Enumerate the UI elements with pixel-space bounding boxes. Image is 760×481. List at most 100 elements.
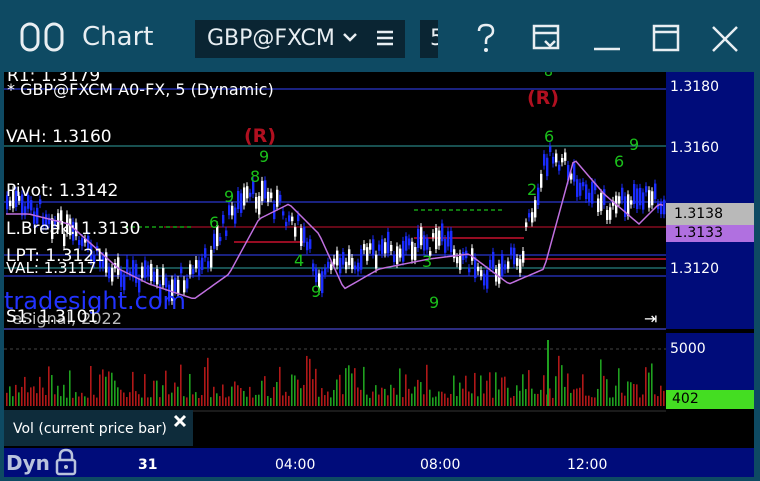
candle-body [234,207,237,224]
volume-bar [27,392,29,406]
price-tick: 1.3180 [670,79,719,95]
volume-bar [519,390,521,406]
svg-text:3: 3 [422,252,432,271]
symbol-input[interactable]: GBP@FXCM [207,26,337,51]
volume-bar [333,389,335,406]
minimize-icon[interactable] [592,24,622,56]
volume-bar [576,388,578,406]
volume-bar [42,387,44,406]
candle-body [222,214,225,224]
volume-bar [237,385,239,406]
candle-body [240,193,243,213]
link-icon[interactable] [20,22,66,52]
candle-body [291,216,294,222]
candle-body [219,236,222,242]
candle-body [642,192,645,210]
candle-body [576,179,579,197]
volume-bar [156,380,158,406]
volume-bar [204,367,206,406]
volume-axis[interactable]: 5000 402 [666,333,754,409]
candle-body [513,247,516,265]
volume-bar [435,396,437,406]
menu-icon[interactable] [375,29,395,51]
volume-bar [621,392,623,406]
volume-bar [300,388,302,406]
candle-body [426,238,429,250]
chevron-down-icon[interactable] [341,28,359,50]
volume-bar [21,386,23,406]
axis-mode-label[interactable]: Dyn [6,451,50,475]
candle-body [510,247,513,256]
volume-bar [516,385,518,406]
close-icon[interactable] [710,24,740,58]
candle-body [375,254,378,269]
volume-bar [390,384,392,406]
vah-label: VAH: 1.3160 [6,127,112,147]
symbol-selector[interactable]: GBP@FXCM [195,20,405,58]
volume-bar [567,373,569,406]
price-tick: 1.3160 [670,140,719,156]
help-icon[interactable] [474,22,498,58]
candle-body [147,265,150,277]
volume-bar [177,386,179,406]
candle-body [537,187,540,206]
val-label: VAL: 1.3117 [6,259,96,277]
volume-bar [429,389,431,406]
candle-body [528,213,531,218]
volume-bar [117,387,119,406]
volume-bar [486,380,488,406]
candle-body [501,254,504,276]
candle-body [333,258,336,265]
price-chart[interactable]: 8 9 6 9 6 8 9 2 6 9 3 9 4 (R) (R) R1: 1.… [4,72,754,448]
candle-body [414,247,417,261]
volume-bar [291,374,293,406]
volume-legend[interactable]: Vol (current price bar) [4,410,193,446]
volume-bar [456,396,458,406]
scroll-right-icon[interactable]: ⇥ [644,309,657,328]
chart-plot-area[interactable]: 8 9 6 9 6 8 9 2 6 9 3 9 4 (R) (R) R1: 1.… [4,72,754,448]
volume-bar [618,368,620,406]
time-axis[interactable]: Dyn 31 04:00 08:00 12:00 [4,448,754,477]
time-label: 08:00 [420,457,461,473]
svg-text:9: 9 [311,282,321,301]
volume-bar [594,397,596,406]
volume-bar [462,388,464,406]
volume-bar [438,391,440,406]
candle-body [519,259,522,273]
volume-bar [174,382,176,406]
candle-body [525,222,528,227]
volume-bar [651,363,653,406]
candle-body [141,266,144,278]
volume-bar [63,384,65,406]
candle-body [366,247,369,261]
candle-body [246,186,249,199]
candle-body [354,265,357,270]
candle-body [228,205,231,216]
price-axis[interactable]: 1.3180 1.3160 1.3138 1.3133 1.3120 [666,72,754,329]
candle-body [306,241,309,251]
close-legend-icon[interactable] [172,413,188,433]
volume-bar [336,379,338,406]
volume-bar [627,381,629,406]
volume-bar [510,397,512,406]
volume-bar [171,392,173,406]
page-layout-icon[interactable] [532,23,562,57]
candle-body [444,238,447,253]
lock-icon[interactable] [54,448,78,480]
interval-selector[interactable]: 5 [420,20,438,58]
candle-body [489,259,492,268]
volume-bar [549,388,551,406]
volume-bar [126,397,128,406]
volume-bar [504,376,506,406]
volume-bar [87,397,89,406]
candle-body [201,257,204,270]
volume-bar [501,377,503,406]
interval-value[interactable]: 5 [430,26,438,51]
volume-bar [558,355,560,406]
candle-body [417,228,420,248]
reversal-marker-1: (R) [244,125,276,147]
volume-bar [12,396,14,406]
volume-bar [633,384,635,406]
volume-bar [547,340,549,406]
maximize-icon[interactable] [652,24,680,56]
